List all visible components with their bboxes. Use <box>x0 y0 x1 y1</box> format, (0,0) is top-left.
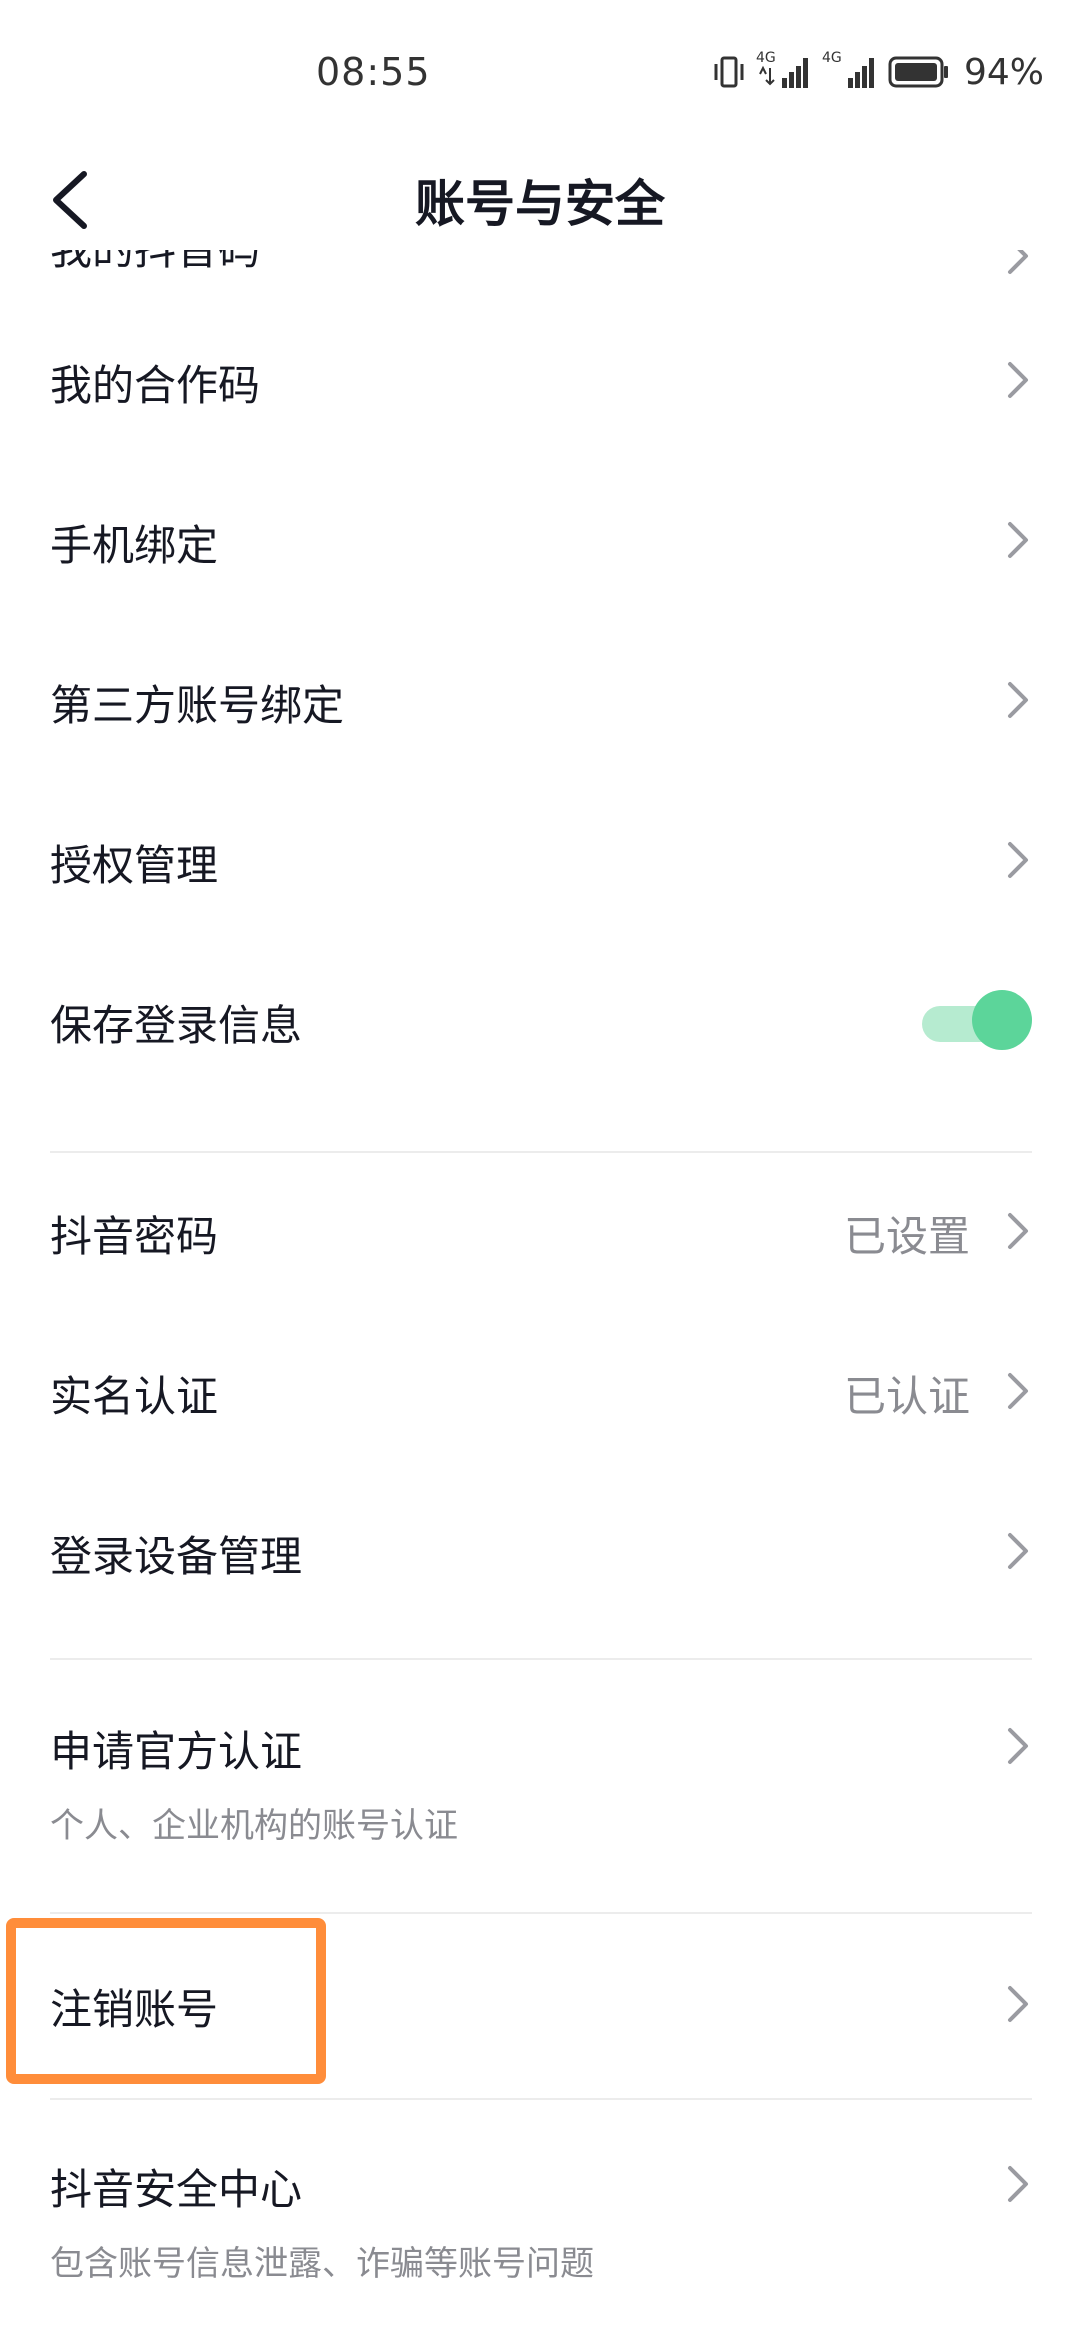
list-item-label: 手机绑定 <box>50 521 219 570</box>
list-item-partial[interactable]: 我的抖音码 <box>0 250 1080 286</box>
list-item-label: 申请官方认证 <box>50 1727 303 1776</box>
chevron-right-icon <box>1008 362 1028 398</box>
list-item-official-verification[interactable]: 申请官方认证 个人、企业机构的账号认证 <box>0 1660 1080 1912</box>
save-login-toggle[interactable] <box>922 990 1032 1050</box>
chevron-right-icon <box>1008 682 1028 718</box>
list-item-cooperation-code[interactable]: 我的合作码 <box>0 300 1080 460</box>
list-item-third-party-binding[interactable]: 第三方账号绑定 <box>0 620 1080 780</box>
toggle-knob <box>972 990 1032 1050</box>
chevron-right-icon <box>1008 250 1028 274</box>
page-title: 账号与安全 <box>415 175 665 233</box>
chevron-right-icon <box>1008 1213 1028 1249</box>
list-item-label: 第三方账号绑定 <box>50 681 345 730</box>
list-item-real-name[interactable]: 实名认证 已认证 <box>0 1313 1080 1473</box>
list-item-label: 抖音密码 <box>50 1212 219 1261</box>
list-item-save-login: 保存登录信息 <box>0 940 1080 1100</box>
chevron-right-icon <box>1008 842 1028 878</box>
list-item-password[interactable]: 抖音密码 已设置 <box>0 1153 1080 1313</box>
chevron-right-icon <box>1008 1986 1028 2022</box>
list-item-label: 保存登录信息 <box>50 1001 303 1050</box>
list-item-label: 我的抖音码 <box>50 250 260 277</box>
list-item-security-center[interactable]: 抖音安全中心 包含账号信息泄露、诈骗等账号问题 <box>0 2100 1080 2340</box>
status-bar: 08:55 4G 4G 94% <box>0 0 1080 150</box>
list-item-label: 登录设备管理 <box>50 1532 303 1581</box>
nav-bar: 账号与安全 <box>0 150 1080 250</box>
list-item-label: 授权管理 <box>50 841 219 890</box>
list-item-value: 已设置 <box>843 1212 970 1261</box>
chevron-right-icon <box>1008 1533 1028 1569</box>
list-item-device-management[interactable]: 登录设备管理 <box>0 1473 1080 1633</box>
list-item-label: 实名认证 <box>50 1372 219 1421</box>
list-item-label: 我的合作码 <box>50 361 261 410</box>
signal-icon-1: 4G <box>756 50 812 90</box>
list-item-authorization[interactable]: 授权管理 <box>0 780 1080 940</box>
chevron-right-icon <box>1008 1728 1028 1764</box>
signal-icon-2: 4G <box>822 50 878 90</box>
battery-icon <box>888 56 948 88</box>
list-item-phone-binding[interactable]: 手机绑定 <box>0 460 1080 620</box>
status-time: 08:55 <box>316 50 431 94</box>
chevron-right-icon <box>1008 2166 1028 2202</box>
battery-percent: 94% <box>963 51 1044 93</box>
vibrate-icon <box>714 56 744 88</box>
list-item-subtitle: 包含账号信息泄露、诈骗等账号问题 <box>50 2244 594 2284</box>
list-item-label: 抖音安全中心 <box>50 2165 303 2214</box>
chevron-right-icon <box>1008 522 1028 558</box>
status-icons: 4G 4G 94% <box>712 50 1044 93</box>
chevron-right-icon <box>1008 1373 1028 1409</box>
list-item-value: 已认证 <box>843 1372 970 1421</box>
list-item-subtitle: 个人、企业机构的账号认证 <box>50 1806 458 1846</box>
highlight-box <box>6 1918 326 2084</box>
